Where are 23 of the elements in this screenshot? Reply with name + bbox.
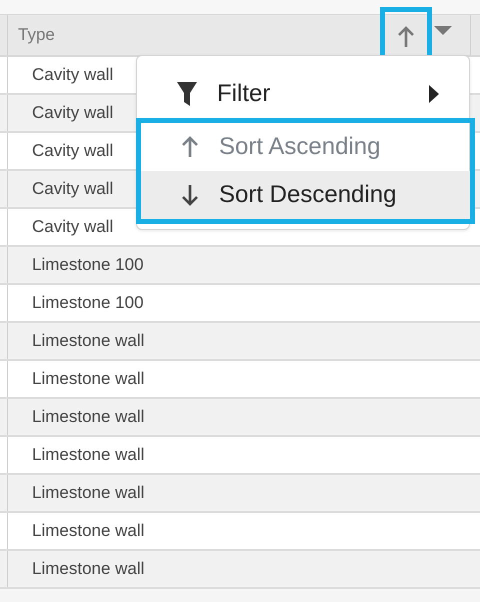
arrow-up-icon bbox=[397, 26, 415, 48]
table-cell: Limestone wall bbox=[32, 369, 144, 389]
table-cell: Cavity wall bbox=[32, 65, 114, 85]
table-cell: Limestone wall bbox=[32, 407, 144, 427]
table-cell: Cavity wall bbox=[32, 103, 114, 123]
arrow-down-icon bbox=[181, 184, 199, 206]
table-cell: Limestone wall bbox=[32, 521, 144, 541]
filter-icon bbox=[177, 82, 197, 106]
table-cell: Limestone wall bbox=[32, 483, 144, 503]
column-header[interactable]: Type bbox=[18, 25, 55, 44]
caret-icon[interactable] bbox=[434, 26, 452, 36]
menu-item[interactable]: Filter bbox=[137, 70, 469, 118]
arrow-up-icon bbox=[181, 136, 199, 158]
table-cell: Cavity wall bbox=[32, 179, 114, 199]
table-cell: Limestone wall bbox=[32, 445, 144, 465]
table-cell: Limestone 100 bbox=[32, 293, 144, 313]
table-cell: Limestone 100 bbox=[32, 255, 144, 275]
table-cell: Cavity wall bbox=[32, 217, 114, 237]
table-cell: Limestone wall bbox=[32, 331, 144, 351]
submenu-arrow-icon bbox=[429, 85, 439, 103]
menu-item[interactable]: Sort Descending bbox=[141, 171, 470, 219]
table-cell: Cavity wall bbox=[32, 141, 114, 161]
table-cell: Limestone wall bbox=[32, 559, 144, 579]
